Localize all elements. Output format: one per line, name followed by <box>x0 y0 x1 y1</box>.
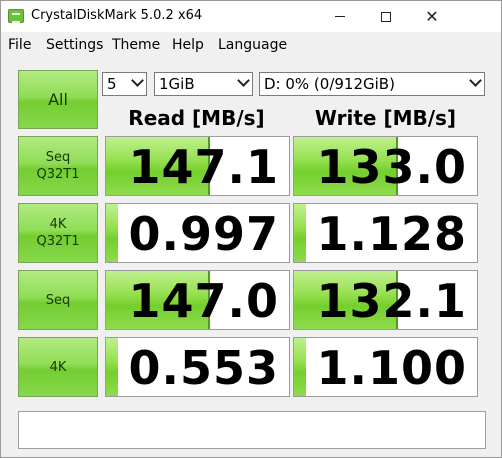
4k-button[interactable]: 4K <box>18 337 98 397</box>
maximize-icon <box>381 11 391 22</box>
4k-q32t1-label: 4K Q32T1 <box>36 217 80 249</box>
4k-q32t1-read-cell: 0.997 <box>105 203 290 263</box>
title-bar: CrystalDiskMark 5.0.2 x64 ✕ <box>1 1 501 32</box>
read-header: Read [MB/s] <box>128 106 265 130</box>
seq-q32t1-read-cell: 147.1 <box>105 136 290 196</box>
test-size-value: 1GiB <box>159 75 195 93</box>
seq-write-cell: 132.1 <box>293 270 478 330</box>
seq-q32t1-button[interactable]: Seq Q32T1 <box>18 136 98 196</box>
menu-help[interactable]: Help <box>172 37 204 53</box>
4k-q32t1-write-cell: 1.128 <box>293 203 478 263</box>
4k-label: 4K <box>49 359 67 375</box>
4k-write-cell: 1.100 <box>293 337 478 397</box>
4k-q32t1-button[interactable]: 4K Q32T1 <box>18 203 98 263</box>
close-button[interactable]: ✕ <box>409 1 455 32</box>
chevron-down-icon <box>237 74 250 87</box>
menu-language[interactable]: Language <box>218 37 287 53</box>
maximize-button[interactable] <box>363 1 409 32</box>
4k-q32t1-write-bar <box>294 204 306 262</box>
minimize-icon <box>335 16 345 17</box>
chevron-down-icon <box>469 74 482 87</box>
seq-button[interactable]: Seq <box>18 270 98 330</box>
comment-field[interactable] <box>18 411 486 449</box>
test-count-select[interactable]: 5 <box>102 72 147 96</box>
all-button[interactable]: All <box>18 70 98 129</box>
minimize-button[interactable] <box>317 1 363 32</box>
seq-read-cell: 147.0 <box>105 270 290 330</box>
seq-q32t1-write-cell: 133.0 <box>293 136 478 196</box>
chevron-down-icon <box>131 74 144 87</box>
seq-q32t1-label: Seq Q32T1 <box>36 150 80 182</box>
menu-settings[interactable]: Settings <box>46 37 103 53</box>
4k-write-value: 1.100 <box>316 341 467 395</box>
test-size-select[interactable]: 1GiB <box>154 72 253 96</box>
4k-write-bar <box>294 338 306 396</box>
drive-value: D: 0% (0/912GiB) <box>264 75 395 93</box>
seq-label: Seq <box>45 292 71 308</box>
app-icon <box>8 9 24 23</box>
window-title: CrystalDiskMark 5.0.2 x64 <box>31 8 203 23</box>
4k-read-cell: 0.553 <box>105 337 290 397</box>
all-button-label: All <box>48 90 68 109</box>
seq-q32t1-read-value: 147.1 <box>128 140 279 194</box>
write-header: Write [MB/s] <box>314 106 457 130</box>
4k-q32t1-read-value: 0.997 <box>128 207 279 261</box>
menu-bar: File Settings Theme Help Language <box>1 34 501 56</box>
4k-read-value: 0.553 <box>128 341 279 395</box>
seq-read-value: 147.0 <box>128 274 279 328</box>
4k-q32t1-read-bar <box>106 204 118 262</box>
4k-q32t1-write-value: 1.128 <box>316 207 467 261</box>
seq-write-value: 132.1 <box>316 274 467 328</box>
menu-theme[interactable]: Theme <box>112 37 160 53</box>
close-icon: ✕ <box>425 6 439 26</box>
seq-q32t1-write-value: 133.0 <box>316 140 467 194</box>
test-count-value: 5 <box>107 75 117 93</box>
4k-read-bar <box>106 338 118 396</box>
drive-select[interactable]: D: 0% (0/912GiB) <box>259 72 485 96</box>
menu-file[interactable]: File <box>8 37 31 53</box>
